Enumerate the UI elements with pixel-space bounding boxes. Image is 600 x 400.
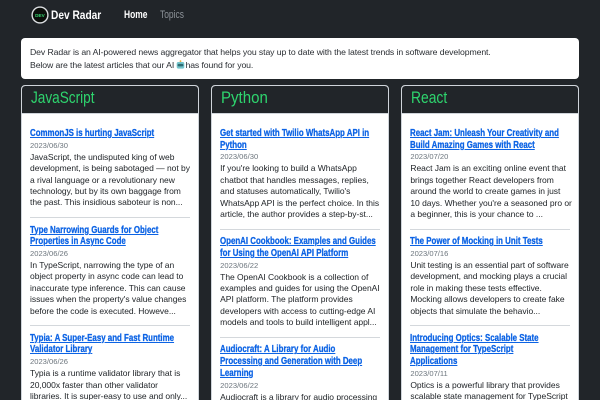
svg-text:DEV: DEV <box>35 13 46 18</box>
